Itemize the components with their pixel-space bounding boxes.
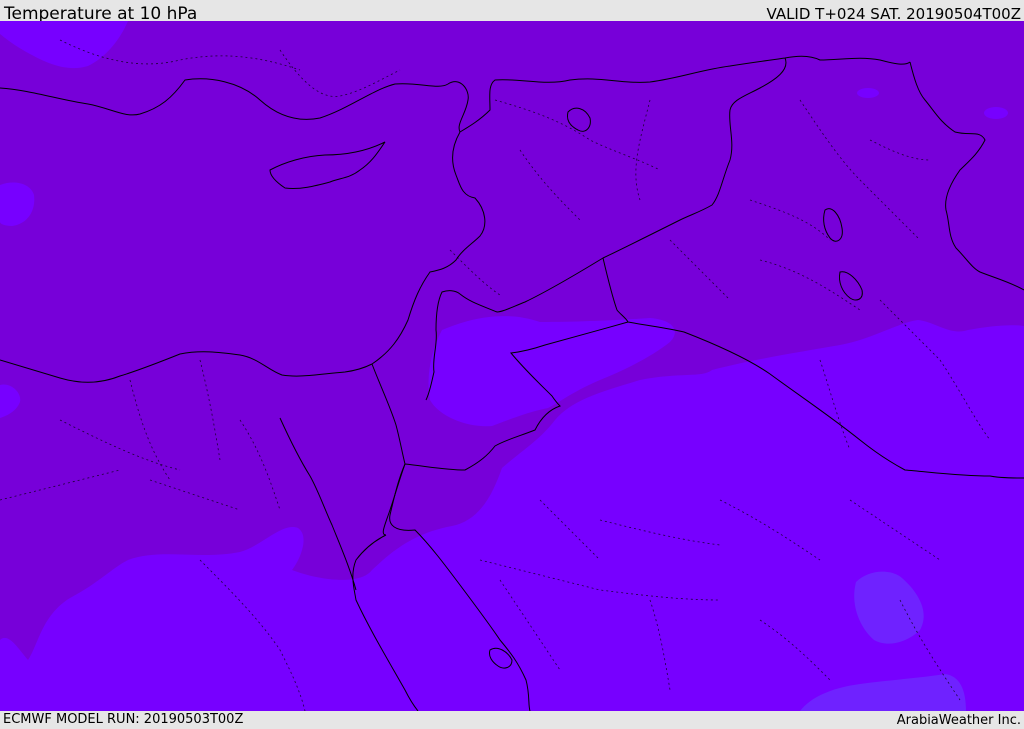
weather-map-frame: Temperature at 10 hPa VALID T+024 SAT. 2…: [0, 0, 1024, 729]
footer-bar: ECMWF MODEL RUN: 20190503T00Z ArabiaWeat…: [0, 711, 1024, 729]
model-run-label: ECMWF MODEL RUN: 20190503T00Z: [3, 712, 244, 727]
map-svg: [0, 21, 1024, 711]
temperature-blob-ne: [984, 107, 1008, 119]
temperature-blob-ne-2: [857, 88, 879, 98]
map-canvas[interactable]: [0, 21, 1024, 711]
header-bar: Temperature at 10 hPa VALID T+024 SAT. 2…: [0, 0, 1024, 24]
credit-label: ArabiaWeather Inc.: [896, 713, 1021, 728]
